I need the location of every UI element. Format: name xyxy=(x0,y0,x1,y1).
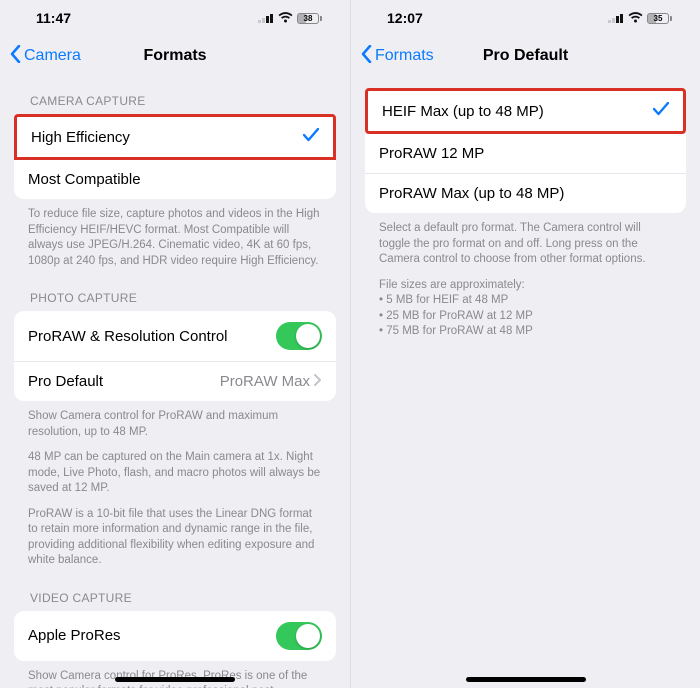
section-footer: Show Camera control for ProRAW and maxim… xyxy=(0,401,350,573)
section-footer: Show Camera control for ProRes. ProRes i… xyxy=(0,661,350,688)
check-icon xyxy=(303,128,319,146)
row-high-efficiency[interactable]: High Efficiency xyxy=(14,114,336,160)
battery-icon: 38 xyxy=(297,13,322,24)
check-icon xyxy=(653,102,669,120)
section-header-photo-capture: PHOTO CAPTURE xyxy=(0,273,350,311)
cell-label: Pro Default xyxy=(28,373,103,390)
wifi-icon xyxy=(628,10,643,26)
back-label: Formats xyxy=(375,47,434,65)
chevron-right-icon xyxy=(314,373,322,390)
screenshot-formats: 11:47 38 Camera Formats CAMERA CAPTURE H… xyxy=(0,0,350,688)
chevron-left-icon xyxy=(10,45,22,68)
cell-label: ProRAW Max (up to 48 MP) xyxy=(379,185,564,202)
battery-icon: 35 xyxy=(647,13,672,24)
home-indicator[interactable] xyxy=(466,677,586,682)
row-heif-max[interactable]: HEIF Max (up to 48 MP) xyxy=(365,88,686,134)
toggle-on-icon[interactable] xyxy=(276,322,322,350)
row-proraw-control[interactable]: ProRAW & Resolution Control xyxy=(14,311,336,361)
screenshot-pro-default: 12:07 35 Formats Pro Default HEIF Max (u… xyxy=(350,0,700,688)
row-proraw-max[interactable]: ProRAW Max (up to 48 MP) xyxy=(365,173,686,213)
cell-label: HEIF Max (up to 48 MP) xyxy=(382,103,544,120)
cell-label: Apple ProRes xyxy=(28,627,121,644)
status-bar: 11:47 38 xyxy=(0,0,350,36)
cell-label: ProRAW 12 MP xyxy=(379,145,484,162)
toggle-on-icon[interactable] xyxy=(276,622,322,650)
cellular-icon xyxy=(608,10,624,26)
section-header-camera-capture: CAMERA CAPTURE xyxy=(0,76,350,114)
cell-value: ProRAW Max xyxy=(220,373,310,390)
row-proraw-12[interactable]: ProRAW 12 MP xyxy=(365,134,686,173)
back-label: Camera xyxy=(24,47,81,65)
row-pro-default[interactable]: Pro Default ProRAW Max xyxy=(14,361,336,401)
cell-label: High Efficiency xyxy=(31,129,130,146)
wifi-icon xyxy=(278,10,293,26)
row-apple-prores[interactable]: Apple ProRes xyxy=(14,611,336,661)
section-footer: Select a default pro format. The Camera … xyxy=(351,213,700,344)
nav-bar: Camera Formats xyxy=(0,36,350,76)
section-header-video-capture: VIDEO CAPTURE xyxy=(0,573,350,611)
home-indicator[interactable] xyxy=(115,677,235,682)
back-button[interactable]: Formats xyxy=(361,45,434,68)
status-bar: 12:07 35 xyxy=(351,0,700,36)
nav-bar: Formats Pro Default xyxy=(351,36,700,76)
cell-label: ProRAW & Resolution Control xyxy=(28,328,228,345)
section-footer: To reduce file size, capture photos and … xyxy=(0,199,350,273)
status-time: 12:07 xyxy=(387,10,423,26)
back-button[interactable]: Camera xyxy=(10,45,81,68)
cell-label: Most Compatible xyxy=(28,171,141,188)
chevron-left-icon xyxy=(361,45,373,68)
row-most-compatible[interactable]: Most Compatible xyxy=(14,160,336,199)
status-time: 11:47 xyxy=(36,10,71,26)
cellular-icon xyxy=(258,10,274,26)
